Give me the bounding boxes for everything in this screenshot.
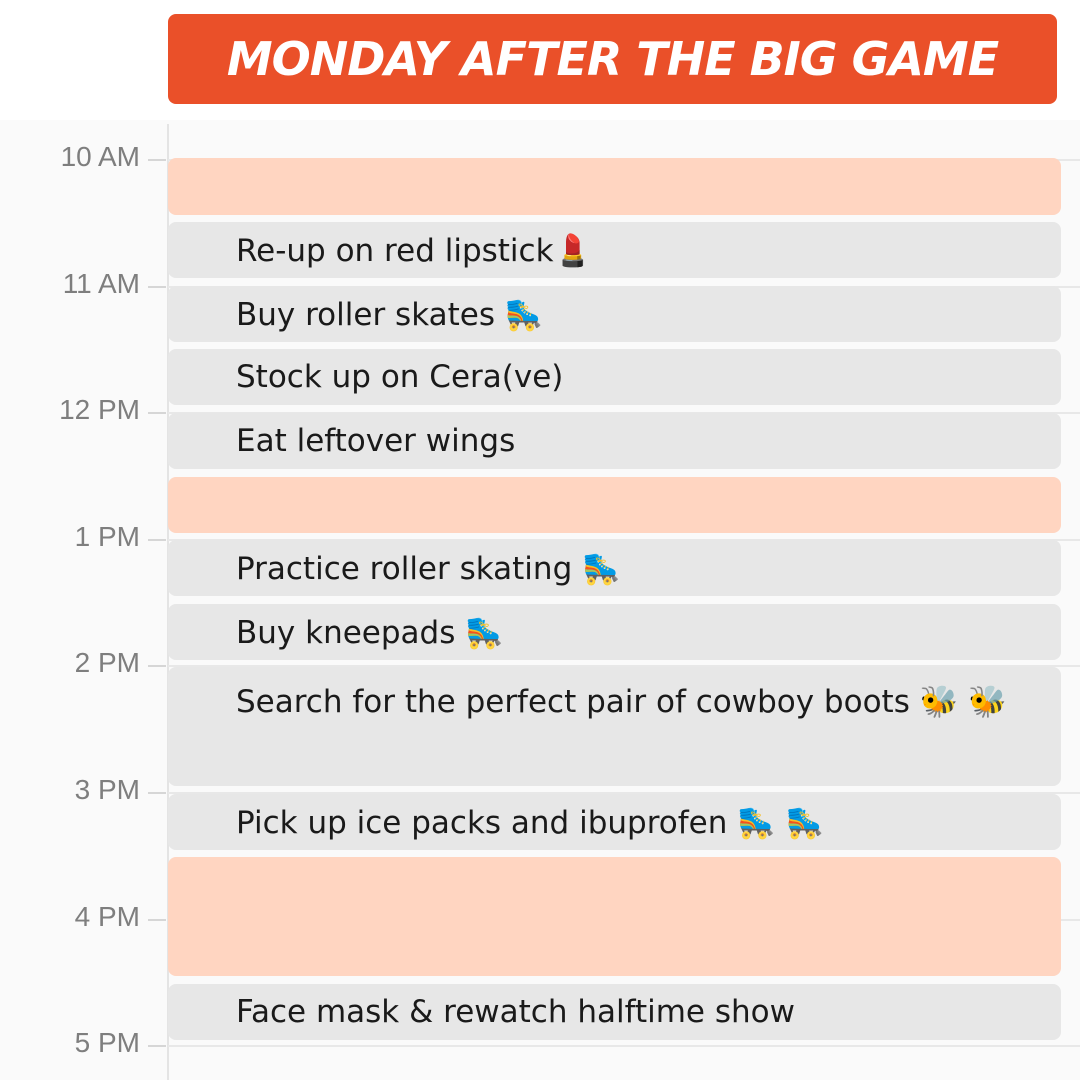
- event-block[interactable]: Eat leftover wings: [168, 413, 1061, 469]
- hour-tick: [148, 792, 166, 794]
- event-title: Pick up ice packs and ibuprofen 🛼 🛼: [236, 805, 825, 841]
- event-block[interactable]: Pick up ice packs and ibuprofen 🛼 🛼: [168, 794, 1061, 850]
- event-block-blank[interactable]: [168, 857, 1061, 976]
- event-block[interactable]: Buy roller skates 🛼: [168, 286, 1061, 342]
- hour-label: 5 PM: [74, 1027, 140, 1058]
- event-title: Buy kneepads 🛼: [236, 615, 504, 651]
- event-title: Search for the perfect pair of cowboy bo…: [236, 684, 1007, 720]
- hour-label: 10 AM: [60, 141, 140, 172]
- hour-tick: [148, 1045, 166, 1047]
- hour-label: 12 PM: [59, 394, 140, 425]
- event-block[interactable]: Face mask & rewatch halftime show: [168, 984, 1061, 1040]
- hour-label: 1 PM: [74, 521, 140, 552]
- hour-tick: [148, 286, 166, 288]
- day-title: MONDAY AFTER THE BIG GAME: [226, 32, 999, 86]
- hour-gridline: [168, 1045, 1080, 1047]
- event-title: Practice roller skating 🛼: [236, 551, 621, 587]
- hour-label: 2 PM: [74, 647, 140, 678]
- event-block[interactable]: Search for the perfect pair of cowboy bo…: [168, 667, 1061, 786]
- event-title: Buy roller skates 🛼: [236, 297, 544, 333]
- event-block[interactable]: Buy kneepads 🛼: [168, 604, 1061, 660]
- hour-tick: [148, 412, 166, 414]
- event-title: Stock up on Cera(ve): [236, 359, 564, 395]
- event-title: Face mask & rewatch halftime show: [236, 994, 795, 1030]
- hour-tick: [148, 919, 166, 921]
- event-block-blank[interactable]: [168, 477, 1061, 533]
- event-block[interactable]: Practice roller skating 🛼: [168, 540, 1061, 596]
- day-title-banner: MONDAY AFTER THE BIG GAME: [168, 14, 1057, 104]
- event-title: Eat leftover wings: [236, 423, 516, 459]
- hour-row-5pm: 5 PM: [0, 1027, 1080, 1058]
- event-block[interactable]: Re-up on red lipstick💄: [168, 222, 1061, 278]
- hour-tick: [148, 665, 166, 667]
- hour-tick: [148, 159, 166, 161]
- event-block-blank[interactable]: [168, 158, 1061, 215]
- event-title: Re-up on red lipstick💄: [236, 233, 593, 269]
- hour-label: 3 PM: [74, 774, 140, 805]
- event-block[interactable]: Stock up on Cera(ve): [168, 349, 1061, 405]
- hour-label: 11 AM: [62, 268, 140, 299]
- hour-tick: [148, 539, 166, 541]
- hour-label: 4 PM: [74, 901, 140, 932]
